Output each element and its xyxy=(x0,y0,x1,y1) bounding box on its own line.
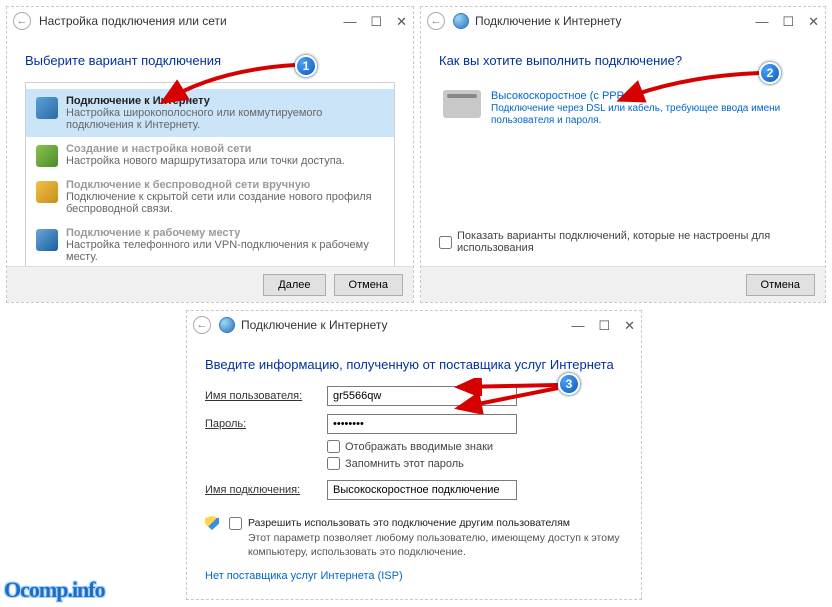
username-label: Имя пользователя: xyxy=(205,390,315,402)
window-connection-setup: ← Настройка подключения или сети — ☐ ✕ В… xyxy=(6,6,414,303)
page-heading: Как вы хотите выполнить подключение? xyxy=(439,53,807,68)
titlebar: ← Настройка подключения или сети — ☐ ✕ xyxy=(7,7,413,35)
minimize-icon[interactable]: — xyxy=(755,15,768,28)
page-heading: Введите информацию, полученную от постав… xyxy=(205,357,623,372)
globe-icon xyxy=(36,97,58,119)
close-icon[interactable]: ✕ xyxy=(808,15,819,28)
back-button[interactable]: ← xyxy=(13,12,31,30)
connection-name-label: Имя подключения: xyxy=(205,484,315,496)
option-wifi-manual[interactable]: Подключение к беспроводной сети вручнуюП… xyxy=(26,173,394,221)
router-icon xyxy=(36,145,58,167)
shield-icon xyxy=(205,516,219,530)
minimize-icon[interactable]: — xyxy=(571,319,584,332)
option-new-network[interactable]: Создание и настройка новой сетиНастройка… xyxy=(26,137,394,173)
globe-icon xyxy=(219,317,235,333)
minimize-icon[interactable]: — xyxy=(343,15,356,28)
allow-others-desc: Этот параметр позволяет любому пользоват… xyxy=(248,531,623,560)
arrow-1 xyxy=(155,60,300,110)
allow-others-title: Разрешить использовать это подключение д… xyxy=(248,516,623,531)
show-chars-checkbox[interactable] xyxy=(327,440,340,453)
watermark-logo: Ocomp.info xyxy=(4,577,105,603)
arrow-3b xyxy=(450,386,562,414)
dialog-footer: Отмена xyxy=(421,266,825,302)
wifi-icon xyxy=(36,181,58,203)
globe-icon xyxy=(453,13,469,29)
cancel-button[interactable]: Отмена xyxy=(334,274,403,296)
step-badge-2: 2 xyxy=(759,62,781,84)
close-icon[interactable]: ✕ xyxy=(396,15,407,28)
titlebar: ← Подключение к Интернету — ☐ ✕ xyxy=(187,311,641,339)
modem-icon xyxy=(443,90,481,118)
maximize-icon[interactable]: ☐ xyxy=(598,319,610,332)
close-icon[interactable]: ✕ xyxy=(624,319,635,332)
next-button[interactable]: Далее xyxy=(263,274,325,296)
step-badge-3: 3 xyxy=(558,373,580,395)
remember-password-option[interactable]: Запомнить этот пароль xyxy=(327,457,493,470)
maximize-icon[interactable]: ☐ xyxy=(782,15,794,28)
remember-checkbox[interactable] xyxy=(327,457,340,470)
cancel-button[interactable]: Отмена xyxy=(746,274,815,296)
window-title: Подключение к Интернету xyxy=(241,318,388,332)
options-list: Подключение к ИнтернетуНастройка широкоп… xyxy=(25,82,395,276)
window-connect-internet: ← Подключение к Интернету — ☐ ✕ Как вы х… xyxy=(420,6,826,303)
window-isp-info: ← Подключение к Интернету — ☐ ✕ Введите … xyxy=(186,310,642,600)
password-input[interactable] xyxy=(327,414,517,434)
password-label: Пароль: xyxy=(205,418,315,430)
window-title: Настройка подключения или сети xyxy=(39,14,227,28)
maximize-icon[interactable]: ☐ xyxy=(370,15,382,28)
option-workplace[interactable]: Подключение к рабочему местуНастройка те… xyxy=(26,221,394,269)
show-chars-option[interactable]: Отображать вводимые знаки xyxy=(327,440,493,453)
show-more-checkbox[interactable] xyxy=(439,236,452,249)
window-title: Подключение к Интернету xyxy=(475,14,622,28)
show-more-options[interactable]: Показать варианты подключений, которые н… xyxy=(439,230,807,254)
step-badge-1: 1 xyxy=(295,55,317,77)
dialog-footer: Далее Отмена xyxy=(7,266,413,302)
workplace-icon xyxy=(36,229,58,251)
allow-others-checkbox[interactable] xyxy=(229,517,242,530)
arrow-2 xyxy=(612,68,764,108)
connection-name-input[interactable] xyxy=(327,480,517,500)
back-button[interactable]: ← xyxy=(427,12,445,30)
titlebar: ← Подключение к Интернету — ☐ ✕ xyxy=(421,7,825,35)
no-isp-link[interactable]: Нет поставщика услуг Интернета (ISP) xyxy=(205,570,403,582)
back-button[interactable]: ← xyxy=(193,316,211,334)
